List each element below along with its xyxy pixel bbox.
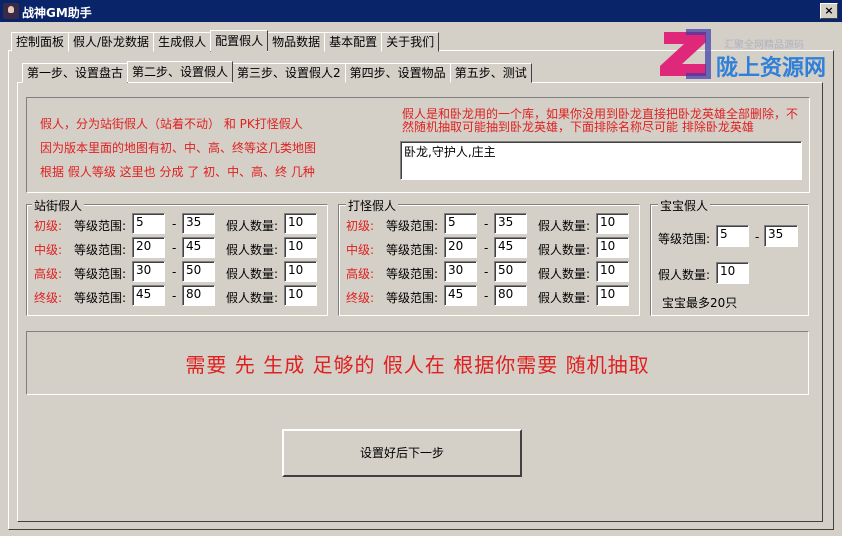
fight-count-label: 假人数量:: [538, 291, 591, 305]
fight-level-max-input[interactable]: 35: [494, 213, 527, 234]
street-count-input[interactable]: 10: [284, 285, 317, 306]
street-count-input[interactable]: 10: [284, 237, 317, 258]
info-line-2: 因为版本里面的地图有初、中、高、终等这几类地图: [40, 141, 317, 155]
fight-level-min-input[interactable]: 45: [444, 285, 477, 306]
street-count-input[interactable]: 10: [284, 213, 317, 234]
info-line-1: 假人，分为站街假人（站着不动） 和 PK打怪假人: [40, 117, 303, 131]
fight-range-dash: -: [484, 265, 489, 279]
street-level-min-input[interactable]: 20: [132, 237, 165, 258]
exclude-names-input[interactable]: 卧龙,守护人,庄主: [400, 141, 802, 180]
top-tab-bar: 控制面板 假人/卧龙数据 生成假人 配置假人 物品数据 基本配置 关于我们: [11, 30, 440, 52]
street-count-label: 假人数量:: [226, 243, 279, 257]
fight-level-max-input[interactable]: 80: [494, 285, 527, 306]
street-tier-label: 终级:: [34, 291, 63, 305]
street-level-max-input[interactable]: 45: [182, 237, 215, 258]
fight-level-min-input[interactable]: 20: [444, 237, 477, 258]
street-level-max-input[interactable]: 80: [182, 285, 215, 306]
street-range-label: 等级范围:: [74, 219, 127, 233]
pet-count-input[interactable]: 10: [716, 262, 749, 284]
hint-banner-text: 需要 先 生成 足够的 假人在 根据你需要 随机抽取: [185, 353, 650, 377]
street-count-input[interactable]: 10: [284, 261, 317, 282]
info-line-3: 根据 假人等级 这里也 分成 了 初、中、高、终 几种: [40, 165, 315, 179]
street-range-dash: -: [172, 289, 177, 303]
street-level-min-input[interactable]: 5: [132, 213, 165, 234]
fight-range-dash: -: [484, 241, 489, 255]
street-level-min-input[interactable]: 30: [132, 261, 165, 282]
pet-level-max-input[interactable]: 35: [764, 225, 798, 247]
street-tier-label: 初级:: [34, 219, 63, 233]
tab-configure-bots[interactable]: 配置假人: [210, 30, 269, 51]
app-window: 战神GM助手 × 控制面板 假人/卧龙数据 生成假人 配置假人 物品数据 基本配…: [0, 0, 842, 536]
pet-count-label: 假人数量:: [658, 268, 711, 282]
next-step-button[interactable]: 设置好后下一步: [282, 429, 522, 477]
pet-max-note: 宝宝最多20只: [662, 296, 738, 310]
watermark-brand: 陇上资源网: [716, 55, 827, 81]
tab-control-panel[interactable]: 控制面板: [11, 32, 70, 52]
fight-count-input[interactable]: 10: [596, 213, 629, 234]
street-count-label: 假人数量:: [226, 267, 279, 281]
street-range-label: 等级范围:: [74, 267, 127, 281]
subtab-step1[interactable]: 第一步、设置盘古: [22, 63, 129, 83]
street-bots-group: [26, 204, 328, 316]
street-level-max-input[interactable]: 35: [182, 213, 215, 234]
street-range-dash: -: [172, 241, 177, 255]
fight-level-max-input[interactable]: 50: [494, 261, 527, 282]
fight-count-label: 假人数量:: [538, 267, 591, 281]
street-range-label: 等级范围:: [74, 291, 127, 305]
pet-level-min-input[interactable]: 5: [716, 225, 749, 247]
tab-about[interactable]: 关于我们: [381, 32, 440, 52]
subtab-step5[interactable]: 第五步、测试: [449, 63, 532, 83]
fight-range-dash: -: [484, 289, 489, 303]
street-bots-title: 站街假人: [32, 197, 85, 214]
tab-bot-data[interactable]: 假人/卧龙数据: [68, 32, 155, 52]
title-bar: 战神GM助手 ×: [0, 0, 842, 22]
street-level-min-input[interactable]: 45: [132, 285, 165, 306]
fight-level-min-input[interactable]: 5: [444, 213, 477, 234]
fight-tier-label: 初级:: [346, 219, 375, 233]
street-count-label: 假人数量:: [226, 291, 279, 305]
subtab-step2[interactable]: 第二步、设置假人: [127, 61, 234, 82]
fight-level-max-input[interactable]: 45: [494, 237, 527, 258]
sub-tab-bar: 第一步、设置盘古 第二步、设置假人 第三步、设置假人2 第四步、设置物品 第五步…: [22, 61, 532, 83]
window-title: 战神GM助手: [22, 6, 92, 20]
fight-tier-label: 终级:: [346, 291, 375, 305]
street-tier-label: 中级:: [34, 243, 63, 257]
street-count-label: 假人数量:: [226, 219, 279, 233]
fight-count-label: 假人数量:: [538, 219, 591, 233]
fight-count-input[interactable]: 10: [596, 261, 629, 282]
street-range-dash: -: [172, 217, 177, 231]
close-button[interactable]: ×: [820, 3, 838, 19]
street-range-label: 等级范围:: [74, 243, 127, 257]
tab-generate-bots[interactable]: 生成假人: [153, 32, 212, 52]
street-tier-label: 高级:: [34, 267, 63, 281]
app-avatar-icon: [3, 3, 19, 19]
exclude-note: 假人是和卧龙用的一个库，如果你没用到卧龙直接把卧龙英雄全部删除，不然随机抽取可能…: [402, 107, 799, 134]
fight-range-label: 等级范围:: [386, 243, 439, 257]
fight-bots-title: 打怪假人: [346, 197, 399, 214]
fight-level-min-input[interactable]: 30: [444, 261, 477, 282]
watermark-tagline: 汇聚全网精品源码: [724, 40, 804, 51]
street-range-dash: -: [172, 265, 177, 279]
tab-item-data[interactable]: 物品数据: [267, 32, 326, 52]
fight-range-label: 等级范围:: [386, 219, 439, 233]
fight-count-input[interactable]: 10: [596, 285, 629, 306]
fight-range-dash: -: [484, 217, 489, 231]
pet-bots-title: 宝宝假人: [658, 197, 711, 214]
pet-range-label: 等级范围:: [658, 232, 711, 246]
subtab-step4[interactable]: 第四步、设置物品: [344, 63, 451, 83]
fight-count-label: 假人数量:: [538, 243, 591, 257]
tab-basic-config[interactable]: 基本配置: [324, 32, 383, 52]
fight-count-input[interactable]: 10: [596, 237, 629, 258]
fight-range-label: 等级范围:: [386, 267, 439, 281]
hint-banner: 需要 先 生成 足够的 假人在 根据你需要 随机抽取: [26, 331, 809, 395]
subtab-step3[interactable]: 第三步、设置假人2: [232, 63, 346, 83]
fight-tier-label: 高级:: [346, 267, 375, 281]
fight-tier-label: 中级:: [346, 243, 375, 257]
fight-range-label: 等级范围:: [386, 291, 439, 305]
pet-range-dash: -: [755, 230, 760, 244]
street-level-max-input[interactable]: 50: [182, 261, 215, 282]
fight-bots-group: [338, 204, 640, 316]
